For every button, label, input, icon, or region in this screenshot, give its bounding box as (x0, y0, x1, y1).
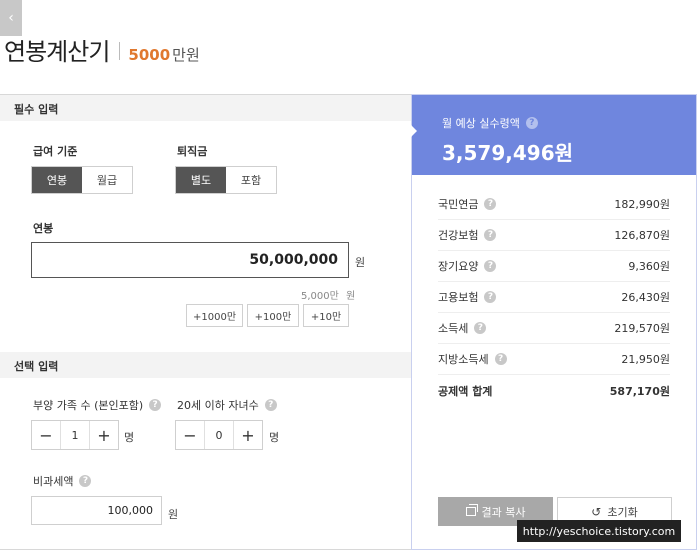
help-icon[interactable]: ? (474, 322, 487, 334)
result-panel: 월 예상 실수령액 ? 3,579,496원 국민연금? 182,990원 건강… (411, 94, 697, 550)
help-icon[interactable]: ? (484, 260, 497, 272)
result-header: 월 예상 실수령액 ? 3,579,496원 (411, 95, 696, 175)
deduction-amount: 26,430원 (621, 291, 670, 304)
required-section-title: 필수 입력 (0, 95, 411, 121)
deduction-amount: 21,950원 (621, 353, 670, 366)
add-100-button[interactable]: +100만 (247, 304, 299, 327)
children-label-row: 20세 이하 자녀수 ? (177, 397, 277, 413)
help-icon[interactable]: ? (264, 399, 277, 411)
result-amount: 3,579,496원 (442, 141, 574, 165)
salary-hint-unit: 원 (346, 291, 356, 302)
nontax-label: 비과세액 (33, 475, 74, 488)
help-icon[interactable]: ? (484, 291, 497, 303)
add-1000-button[interactable]: +1000만 (186, 304, 243, 327)
deduction-row: 국민연금? 182,990원 (438, 189, 670, 220)
deduction-total-amount: 587,170원 (609, 384, 670, 398)
help-icon[interactable]: ? (79, 475, 92, 487)
help-icon[interactable]: ? (525, 117, 538, 129)
reset-label: 초기화 (607, 505, 638, 519)
deduction-amount: 182,990원 (614, 198, 670, 211)
salary-input[interactable]: 50,000,000 (31, 242, 349, 278)
deduction-total-label: 공제액 합계 (438, 384, 493, 398)
deduction-name: 건강보험 (438, 229, 479, 242)
minus-icon[interactable]: − (176, 421, 204, 449)
copy-result-label: 결과 복사 (481, 505, 526, 519)
minus-icon[interactable]: − (32, 421, 60, 449)
salary-label: 연봉 (33, 222, 54, 235)
deduction-amount: 219,570원 (614, 322, 670, 335)
dependents-value[interactable]: 1 (60, 421, 90, 449)
children-unit: 명 (269, 431, 280, 444)
pay-basis-toggle: 연봉 월급 (31, 166, 133, 194)
dependents-label: 부양 가족 수 (본인포함) (33, 399, 144, 412)
add-10-button[interactable]: +10만 (303, 304, 349, 327)
deduction-row: 장기요양? 9,360원 (438, 251, 670, 282)
optional-section-title: 선택 입력 (0, 352, 411, 378)
subtitle-amount: 5000 (128, 46, 171, 64)
nontax-label-row: 비과세액 ? (33, 473, 92, 489)
severance-option-included[interactable]: 포함 (226, 167, 276, 193)
deduction-row: 소득세? 219,570원 (438, 313, 670, 344)
deduction-name: 지방소득세 (438, 353, 489, 366)
deduction-name: 장기요양 (438, 260, 479, 273)
severance-label: 퇴직금 (177, 145, 208, 158)
salary-hint-amount: 5,000만 (301, 291, 339, 302)
result-label: 월 예상 실수령액 (442, 117, 520, 130)
watermark: http://yeschoice.tistory.com (517, 520, 681, 542)
pay-basis-option-annual[interactable]: 연봉 (32, 167, 82, 193)
refresh-icon: ↺ (591, 504, 602, 519)
help-icon[interactable]: ? (149, 399, 162, 411)
plus-icon[interactable]: + (234, 421, 262, 449)
severance-option-separate[interactable]: 별도 (176, 167, 226, 193)
caret-icon (411, 125, 417, 137)
help-icon[interactable]: ? (494, 353, 507, 365)
back-button[interactable]: ‹ (0, 0, 22, 36)
result-label-row: 월 예상 실수령액 ? (442, 115, 538, 131)
dependents-label-row: 부양 가족 수 (본인포함) ? (33, 397, 162, 413)
pay-basis-label: 급여 기준 (33, 145, 78, 158)
children-label: 20세 이하 자녀수 (177, 399, 259, 412)
plus-icon[interactable]: + (90, 421, 118, 449)
dependents-stepper: − 1 + (31, 420, 119, 450)
subtitle-unit: 만원 (172, 46, 200, 64)
nontax-input[interactable]: 100,000 (31, 496, 162, 525)
pay-basis-option-monthly[interactable]: 월급 (82, 167, 132, 193)
nontax-unit: 원 (168, 508, 179, 521)
deduction-total-row: 공제액 합계 587,170원 (438, 375, 670, 406)
salary-unit: 원 (355, 256, 366, 269)
deduction-name: 소득세 (438, 322, 469, 335)
deduction-name: 국민연금 (438, 198, 479, 211)
help-icon[interactable]: ? (484, 229, 497, 241)
title-divider (119, 42, 121, 60)
severance-toggle: 별도 포함 (175, 166, 277, 194)
page-title: 연봉계산기 (4, 38, 110, 66)
children-value[interactable]: 0 (204, 421, 234, 449)
dependents-unit: 명 (124, 431, 135, 444)
deduction-amount: 126,870원 (614, 229, 670, 242)
chevron-left-icon: ‹ (8, 10, 14, 26)
salary-hint: 5,000만 원 (301, 287, 355, 302)
deduction-row: 건강보험? 126,870원 (438, 220, 670, 251)
help-icon[interactable]: ? (484, 198, 497, 210)
deduction-row: 지방소득세? 21,950원 (438, 344, 670, 375)
copy-icon (465, 504, 478, 516)
deduction-amount: 9,360원 (628, 260, 670, 273)
deduction-name: 고용보험 (438, 291, 479, 304)
page-header: 연봉계산기 5000 만원 (4, 32, 200, 67)
children-stepper: − 0 + (175, 420, 263, 450)
deduction-row: 고용보험? 26,430원 (438, 282, 670, 313)
